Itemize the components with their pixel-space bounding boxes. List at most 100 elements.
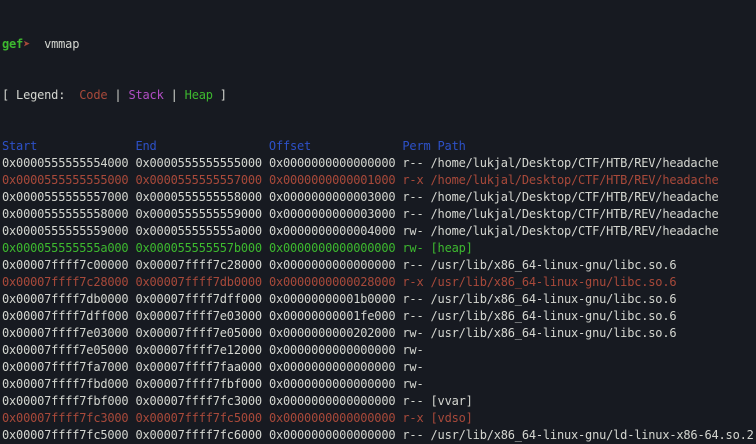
start-address: 0x00007ffff7e05000 xyxy=(2,343,136,357)
perm: r-- xyxy=(402,207,431,221)
end-address: 0x0000555555557000 xyxy=(135,173,269,187)
end-address: 0x00007ffff7fbf000 xyxy=(135,377,269,391)
offset: 0x0000000000000000 xyxy=(268,394,403,408)
path: /home/lukjal/Desktop/CTF/HTB/REV/headach… xyxy=(430,190,719,204)
start-address: 0x0000555555558000 xyxy=(2,207,136,221)
vmmap-row: 0x0000555555555000 0x0000555555557000 0x… xyxy=(2,172,756,189)
vmmap-row: 0x0000555555554000 0x0000555555555000 0x… xyxy=(2,155,756,172)
perm: r-x xyxy=(402,275,431,289)
end-address: 0x0000555555559000 xyxy=(135,207,269,221)
start-address: 0x0000555555557000 xyxy=(2,190,136,204)
end-address: 0x0000555555555000 xyxy=(135,156,269,170)
perm: rw- xyxy=(402,241,431,255)
legend-code-label: Code xyxy=(79,88,108,102)
perm: rw- xyxy=(402,360,431,374)
start-address: 0x0000555555555000 xyxy=(2,173,136,187)
path: /home/lukjal/Desktop/CTF/HTB/REV/headach… xyxy=(430,224,719,238)
gef-prompt-label: gef xyxy=(2,37,24,51)
offset: 0x0000000000003000 xyxy=(268,190,403,204)
start-address: 0x00007ffff7dff000 xyxy=(2,309,136,323)
vmmap-row: 0x00007ffff7e05000 0x00007ffff7e12000 0x… xyxy=(2,342,756,359)
path: /usr/lib/x86_64-linux-gnu/libc.so.6 xyxy=(430,309,677,323)
offset: 0x0000000000000000 xyxy=(268,428,403,442)
vmmap-row: 0x0000555555557000 0x0000555555558000 0x… xyxy=(2,189,756,206)
end-address: 0x00007ffff7dff000 xyxy=(135,292,269,306)
vmmap-row: 0x00007ffff7fbf000 0x00007ffff7fc3000 0x… xyxy=(2,393,756,410)
vmmap-row: 0x00007ffff7fc5000 0x00007ffff7fc6000 0x… xyxy=(2,427,756,444)
legend-line: [ Legend: Code | Stack | Heap ] xyxy=(2,87,756,104)
end-address: 0x00007ffff7e12000 xyxy=(135,343,269,357)
offset: 0x0000000000028000 xyxy=(268,275,403,289)
legend-heap-label: Heap xyxy=(184,88,213,102)
offset: 0x0000000000000000 xyxy=(268,258,403,272)
start-address: 0x0000555555554000 xyxy=(2,156,136,170)
perm: rw- xyxy=(402,224,431,238)
start-address: 0x00007ffff7fbd000 xyxy=(2,377,136,391)
offset: 0x0000000000001000 xyxy=(268,173,403,187)
vmmap-row: 0x00007ffff7fc3000 0x00007ffff7fc5000 0x… xyxy=(2,410,756,427)
end-address: 0x00007ffff7fc5000 xyxy=(135,411,269,425)
perm: r-- xyxy=(402,394,431,408)
end-address: 0x00007ffff7db0000 xyxy=(135,275,269,289)
perm: rw- xyxy=(402,377,431,391)
legend-separator: | xyxy=(163,88,185,102)
perm: r-- xyxy=(402,292,431,306)
offset: 0x00000000001b0000 xyxy=(268,292,403,306)
vmmap-row: 0x00007ffff7db0000 0x00007ffff7dff000 0x… xyxy=(2,291,756,308)
vmmap-row: 0x0000555555558000 0x0000555555559000 0x… xyxy=(2,206,756,223)
start-address: 0x00007ffff7fc5000 xyxy=(2,428,136,442)
command-text[interactable]: vmmap xyxy=(44,37,79,51)
end-address: 0x0000555555558000 xyxy=(135,190,269,204)
perm: rw- xyxy=(402,326,431,340)
perm: rw- xyxy=(402,343,431,357)
end-address: 0x00007ffff7faa000 xyxy=(135,360,269,374)
vmmap-row: 0x00007ffff7dff000 0x00007ffff7e03000 0x… xyxy=(2,308,756,325)
start-address: 0x00007ffff7fbf000 xyxy=(2,394,136,408)
offset: 0x0000000000000000 xyxy=(268,377,403,391)
offset: 0x0000000000202000 xyxy=(268,326,403,340)
table-header: Start End Offset Perm Path xyxy=(2,139,466,153)
path: /usr/lib/x86_64-linux-gnu/libc.so.6 xyxy=(430,292,677,306)
terminal: gef➤ vmmap [ Legend: Code | Stack | Heap … xyxy=(0,0,756,444)
end-address: 0x00007ffff7fc6000 xyxy=(135,428,269,442)
offset: 0x0000000000000000 xyxy=(268,156,403,170)
start-address: 0x000055555555a000 xyxy=(2,241,136,255)
start-address: 0x00007ffff7fc3000 xyxy=(2,411,136,425)
prompt-line: gef➤ vmmap xyxy=(2,36,756,53)
path: [vdso] xyxy=(430,411,473,425)
path: /home/lukjal/Desktop/CTF/HTB/REV/headach… xyxy=(430,156,719,170)
legend-stack-label: Stack xyxy=(128,88,164,102)
end-address: 0x00007ffff7e03000 xyxy=(135,309,269,323)
start-address: 0x00007ffff7e03000 xyxy=(2,326,136,340)
vmmap-row: 0x00007ffff7e03000 0x00007ffff7e05000 0x… xyxy=(2,325,756,342)
legend-separator: | xyxy=(107,88,129,102)
prompt-arrow-icon: ➤ xyxy=(23,37,31,51)
perm: r-x xyxy=(402,411,431,425)
start-address: 0x0000555555559000 xyxy=(2,224,136,238)
start-address: 0x00007ffff7db0000 xyxy=(2,292,136,306)
end-address: 0x000055555555a000 xyxy=(135,224,269,238)
offset: 0x0000000000003000 xyxy=(268,207,403,221)
perm: r-- xyxy=(402,428,431,442)
vmmap-row: 0x00007ffff7fa7000 0x00007ffff7faa000 0x… xyxy=(2,359,756,376)
vmmap-row: 0x00007ffff7c00000 0x00007ffff7c28000 0x… xyxy=(2,257,756,274)
end-address: 0x00007ffff7e05000 xyxy=(135,326,269,340)
vmmap-row: 0x00007ffff7c28000 0x00007ffff7db0000 0x… xyxy=(2,274,756,291)
end-address: 0x000055555557b000 xyxy=(135,241,269,255)
start-address: 0x00007ffff7c28000 xyxy=(2,275,136,289)
perm: r-- xyxy=(402,156,431,170)
legend-close: ] xyxy=(212,88,227,102)
path: [vvar] xyxy=(430,394,473,408)
legend-open: [ Legend: xyxy=(2,88,80,102)
offset: 0x0000000000000000 xyxy=(268,343,403,357)
path: /usr/lib/x86_64-linux-gnu/libc.so.6 xyxy=(430,275,677,289)
path: /home/lukjal/Desktop/CTF/HTB/REV/headach… xyxy=(430,207,719,221)
vmmap-row: 0x0000555555559000 0x000055555555a000 0x… xyxy=(2,223,756,240)
path: [heap] xyxy=(430,241,473,255)
vmmap-table: Start End Offset Perm Path 0x000055555555… xyxy=(2,138,756,444)
end-address: 0x00007ffff7fc3000 xyxy=(135,394,269,408)
path: /usr/lib/x86_64-linux-gnu/libc.so.6 xyxy=(430,258,677,272)
offset: 0x0000000000004000 xyxy=(268,224,403,238)
offset: 0x00000000001fe000 xyxy=(268,309,403,323)
perm: r-x xyxy=(402,173,431,187)
